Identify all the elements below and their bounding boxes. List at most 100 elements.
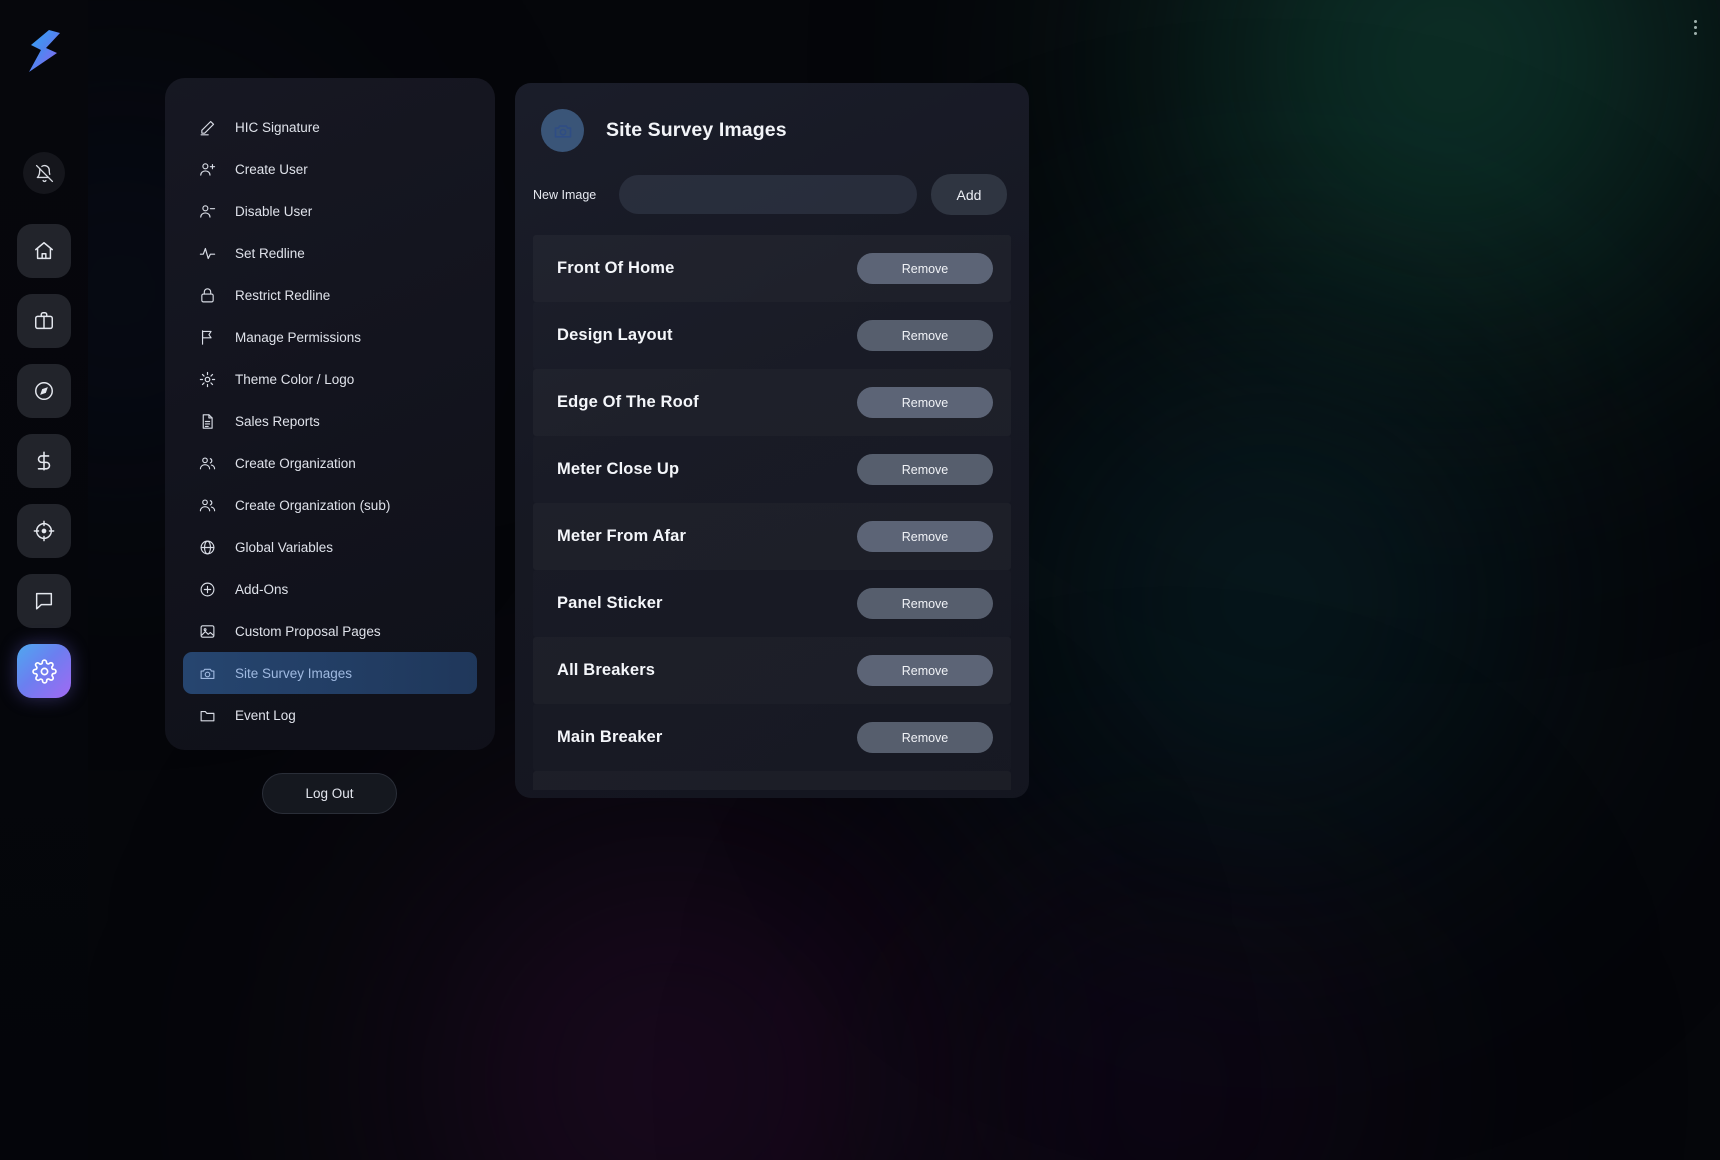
settings-menu-card: HIC Signature Create User Disable User S… <box>165 78 495 750</box>
row-label: Front Of Home <box>557 259 675 277</box>
menu-item-label: Create Organization <box>235 455 356 471</box>
sidebar-item-settings[interactable] <box>17 644 71 698</box>
document-icon <box>197 411 217 431</box>
menu-item-sales-reports[interactable]: Sales Reports <box>183 400 477 442</box>
menu-item-add-ons[interactable]: Add-Ons <box>183 568 477 610</box>
site-survey-images-panel: Site Survey Images New Image Add Front O… <box>515 83 1029 798</box>
menu-item-label: Disable User <box>235 203 313 219</box>
menu-item-restrict-redline[interactable]: Restrict Redline <box>183 274 477 316</box>
menu-item-label: Event Log <box>235 707 296 723</box>
sidebar-item-finance[interactable] <box>17 434 71 488</box>
table-row: Meter Close Up Remove <box>533 436 1011 503</box>
more-vertical-icon[interactable] <box>1686 10 1704 44</box>
menu-item-label: Add-Ons <box>235 581 289 597</box>
row-label: Edge Of The Roof <box>557 393 699 411</box>
dollar-icon <box>33 450 55 472</box>
sidebar-item-explore[interactable] <box>17 364 71 418</box>
menu-item-set-redline[interactable]: Set Redline <box>183 232 477 274</box>
home-icon <box>33 240 55 262</box>
icon-rail <box>0 0 88 1160</box>
kebab-dot <box>1693 25 1697 29</box>
bell-off-icon[interactable] <box>23 152 65 194</box>
menu-item-disable-user[interactable]: Disable User <box>183 190 477 232</box>
remove-button[interactable]: Remove <box>857 521 993 552</box>
table-row: Meter From Afar Remove <box>533 503 1011 570</box>
table-row: Main Breaker Remove <box>533 704 1011 771</box>
menu-item-label: Sales Reports <box>235 413 320 429</box>
menu-item-label: Site Survey Images <box>235 665 353 681</box>
row-label: Panel Sticker <box>557 594 663 612</box>
users-icon <box>197 453 217 473</box>
table-row: Edge Of The Roof Remove <box>533 369 1011 436</box>
remove-button[interactable]: Remove <box>857 588 993 619</box>
flag-icon <box>197 327 217 347</box>
row-label: Meter Close Up <box>557 460 680 478</box>
table-row: Front Of Home Remove <box>533 235 1011 302</box>
table-row: All Breakers Remove <box>533 637 1011 704</box>
remove-button[interactable]: Remove <box>857 655 993 686</box>
log-out-label: Log Out <box>305 786 354 801</box>
kebab-dot <box>1693 19 1697 23</box>
menu-item-label: Global Variables <box>235 539 334 555</box>
menu-item-create-user[interactable]: Create User <box>183 148 477 190</box>
new-image-label: New Image <box>533 187 597 202</box>
sidebar-item-projects[interactable] <box>17 294 71 348</box>
menu-item-label: Create Organization (sub) <box>235 497 391 513</box>
menu-item-label: Create User <box>235 161 308 177</box>
remove-button[interactable]: Remove <box>857 387 993 418</box>
table-row-partial <box>533 771 1011 790</box>
add-image-row: New Image Add <box>515 152 1029 215</box>
sidebar-item-targets[interactable] <box>17 504 71 558</box>
briefcase-icon <box>33 310 55 332</box>
row-label: Design Layout <box>557 326 673 344</box>
page-title: Site Survey Images <box>606 119 787 141</box>
menu-item-manage-permissions[interactable]: Manage Permissions <box>183 316 477 358</box>
new-image-input[interactable] <box>619 175 917 214</box>
menu-item-theme-color-logo[interactable]: Theme Color / Logo <box>183 358 477 400</box>
camera-icon <box>541 109 584 152</box>
menu-item-label: Custom Proposal Pages <box>235 623 381 639</box>
menu-item-label: HIC Signature <box>235 119 320 135</box>
row-label: Main Breaker <box>557 728 663 746</box>
sidebar-item-messages[interactable] <box>17 574 71 628</box>
remove-button[interactable]: Remove <box>857 253 993 284</box>
log-out-button[interactable]: Log Out <box>262 773 397 814</box>
menu-item-label: Set Redline <box>235 245 305 261</box>
camera-icon <box>197 663 217 683</box>
folder-icon <box>197 705 217 725</box>
table-row: Panel Sticker Remove <box>533 570 1011 637</box>
menu-item-global-variables[interactable]: Global Variables <box>183 526 477 568</box>
row-label: All Breakers <box>557 661 656 679</box>
menu-item-create-organization[interactable]: Create Organization <box>183 442 477 484</box>
remove-button[interactable]: Remove <box>857 722 993 753</box>
add-button[interactable]: Add <box>931 174 1007 215</box>
menu-item-hic-signature[interactable]: HIC Signature <box>183 106 477 148</box>
gear-icon <box>31 658 57 684</box>
panel-header: Site Survey Images <box>515 83 1029 152</box>
menu-item-label: Restrict Redline <box>235 287 331 303</box>
user-plus-icon <box>197 159 217 179</box>
image-icon <box>197 621 217 641</box>
menu-item-label: Manage Permissions <box>235 329 362 345</box>
brand-logo-icon[interactable] <box>21 28 67 74</box>
pen-icon <box>197 117 217 137</box>
target-icon <box>33 520 55 542</box>
remove-button[interactable]: Remove <box>857 454 993 485</box>
compass-icon <box>33 380 55 402</box>
row-label: Meter From Afar <box>557 527 687 545</box>
chat-icon <box>33 590 55 612</box>
menu-item-create-organization-sub[interactable]: Create Organization (sub) <box>183 484 477 526</box>
menu-item-custom-proposal-pages[interactable]: Custom Proposal Pages <box>183 610 477 652</box>
sidebar-item-home[interactable] <box>17 224 71 278</box>
lock-icon <box>197 285 217 305</box>
plus-circle-icon <box>197 579 217 599</box>
activity-icon <box>197 243 217 263</box>
menu-item-event-log[interactable]: Event Log <box>183 694 477 736</box>
menu-item-label: Theme Color / Logo <box>235 371 355 387</box>
users-icon <box>197 495 217 515</box>
remove-button[interactable]: Remove <box>857 320 993 351</box>
kebab-dot <box>1693 31 1697 35</box>
globe-icon <box>197 537 217 557</box>
menu-item-site-survey-images[interactable]: Site Survey Images <box>183 652 477 694</box>
user-minus-icon <box>197 201 217 221</box>
